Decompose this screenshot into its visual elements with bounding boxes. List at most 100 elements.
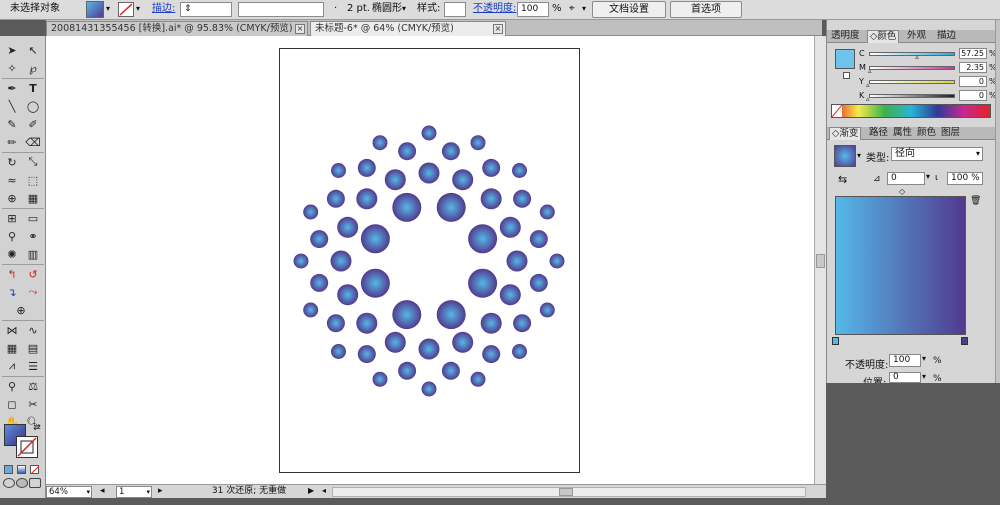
panel-scrollbar[interactable] (995, 20, 1000, 383)
opacity-link[interactable]: 不透明度: (473, 2, 516, 17)
tab-pathfinder[interactable]: 路径 (867, 127, 890, 140)
swap-icon[interactable]: ⇄ (28, 420, 46, 436)
warp-tool-icon[interactable]: ≈ (3, 172, 21, 188)
gradient-dot[interactable] (468, 268, 498, 298)
stepper-icon[interactable]: ⇕ (184, 4, 192, 14)
gradient-tool-icon[interactable]: ▭ (24, 210, 42, 226)
gradient-dot[interactable] (392, 192, 422, 222)
gradient-dot[interactable] (310, 273, 329, 292)
color-spectrum[interactable] (831, 104, 991, 118)
tab-attributes[interactable]: 属性 (891, 127, 914, 140)
paintbrush-icon[interactable]: ✎ (3, 116, 21, 132)
gradient-slider[interactable] (835, 196, 966, 335)
none-swatch[interactable] (831, 104, 843, 118)
anchor-red-icon[interactable]: ↰ (3, 266, 21, 282)
zigzag-tool-icon[interactable]: ⩘ (3, 358, 21, 374)
gradient-dot[interactable] (356, 188, 378, 210)
magic-wand-icon[interactable]: ✧ (3, 60, 21, 76)
gradient-dot[interactable] (482, 345, 501, 364)
lasso-icon[interactable]: ℘ (24, 60, 42, 76)
gradient-dot[interactable] (337, 284, 359, 306)
chevron-down-icon[interactable]: ▾ (106, 2, 110, 17)
gradient-stop-start[interactable] (832, 337, 839, 345)
artwork[interactable] (280, 49, 581, 474)
gradient-dot[interactable] (418, 162, 440, 184)
screen-mode-icon[interactable] (29, 478, 41, 488)
mesh-tool-icon[interactable]: ⊞ (3, 210, 21, 226)
opacity-input[interactable]: 100 (517, 2, 549, 17)
gradient-dot[interactable] (470, 135, 486, 151)
live-paint-icon[interactable]: ▦ (24, 190, 42, 206)
chevron-down-icon[interactable]: ▾ (582, 2, 586, 17)
fill-swatch[interactable] (86, 1, 104, 18)
gradient-stop-end[interactable] (961, 337, 968, 345)
gradient-dot[interactable] (529, 230, 548, 249)
shape-builder-icon[interactable]: ⊕ (3, 190, 21, 206)
scroll-left-icon[interactable]: ◂ (322, 486, 326, 495)
gradient-dot[interactable] (384, 331, 406, 353)
chevron-down-icon[interactable]: ▾ (146, 487, 150, 497)
gradient-dot[interactable] (360, 224, 390, 254)
channel-value-input[interactable]: 0 (959, 76, 987, 87)
gradient-dot[interactable] (480, 188, 502, 210)
gradient-dot[interactable] (331, 163, 346, 178)
eyedropper-2-icon[interactable]: ⚲ (3, 378, 21, 394)
gradient-dot[interactable] (398, 142, 417, 161)
gradient-dot[interactable] (480, 312, 502, 334)
gradient-dot[interactable] (372, 135, 388, 151)
tab-document-1[interactable]: 20081431355456 [转换].ai* @ 95.83% (CMYK/预… (46, 21, 308, 36)
gradient-dot[interactable] (337, 216, 359, 238)
curve-red-2-icon[interactable]: ⤳ (24, 284, 42, 300)
channel-slider[interactable] (869, 66, 955, 70)
recolor-icon[interactable]: ⌖ (569, 2, 575, 17)
next-artboard-icon[interactable]: ▸ (158, 486, 163, 496)
stop-location-input[interactable]: 0 (889, 372, 921, 383)
bar-chart-tool-icon[interactable]: ▤ (24, 340, 42, 356)
angle-input[interactable]: 0 (887, 172, 925, 185)
close-icon[interactable]: × (295, 24, 305, 34)
fill-color-swatch[interactable] (835, 49, 855, 69)
gradient-dot[interactable] (357, 345, 376, 364)
grid-tool-icon[interactable]: ▦ (3, 340, 21, 356)
stroke-color-box[interactable] (16, 436, 38, 458)
gradient-dot[interactable] (529, 273, 548, 292)
gradient-dot[interactable] (470, 371, 486, 387)
slider-thumb-icon[interactable]: ▵ (868, 67, 872, 75)
chevron-down-icon[interactable]: ▾ (857, 151, 861, 160)
gradient-dot[interactable] (421, 125, 437, 141)
list-tool-icon[interactable]: ☰ (24, 358, 42, 374)
gradient-dot[interactable] (326, 189, 345, 208)
eyedropper-icon[interactable]: ⚲ (3, 228, 21, 244)
eraser-icon[interactable]: ⌫ (24, 134, 42, 150)
slice-tool-icon[interactable]: ✂ (24, 396, 42, 412)
trash-icon[interactable]: 🗑︎ (970, 196, 981, 206)
gradient-dot[interactable] (372, 371, 388, 387)
gradient-dot[interactable] (482, 158, 501, 177)
gradient-dot[interactable] (436, 300, 466, 330)
gradient-dot[interactable] (513, 189, 532, 208)
gradient-dot[interactable] (330, 250, 352, 272)
free-transform-icon[interactable]: ⬚ (24, 172, 42, 188)
line-tool-icon[interactable]: ╲ (3, 98, 21, 114)
gradient-dot[interactable] (549, 253, 565, 269)
status-menu-icon[interactable]: ▶ (308, 486, 314, 495)
channel-slider[interactable] (869, 80, 955, 84)
gradient-dot[interactable] (356, 312, 378, 334)
tab-transparency[interactable]: 透明度 (829, 30, 862, 43)
tab-appearance[interactable]: 外观 (905, 30, 928, 43)
gradient-dot[interactable] (331, 344, 346, 359)
gradient-dot[interactable] (398, 361, 417, 380)
envelope-tool-icon[interactable]: ⋈ (3, 322, 21, 338)
artboard[interactable] (279, 48, 580, 473)
style-swatch[interactable] (444, 2, 466, 17)
slider-thumb-icon[interactable]: ▵ (866, 95, 870, 103)
vertical-scrollbar[interactable] (814, 36, 826, 484)
gradient-dot[interactable] (303, 302, 319, 318)
tab-gradient[interactable]: ◇渐变 (829, 127, 862, 140)
gradient-dot[interactable] (384, 169, 406, 191)
aspect-ratio-input[interactable]: 100 % (947, 172, 983, 185)
anchor-blue-icon[interactable]: ↴ (3, 284, 21, 300)
artboard-number-field[interactable]: 1 ▾ (116, 486, 152, 498)
chevron-down-icon[interactable]: ▾ (136, 2, 140, 17)
gradient-dot[interactable] (441, 361, 460, 380)
